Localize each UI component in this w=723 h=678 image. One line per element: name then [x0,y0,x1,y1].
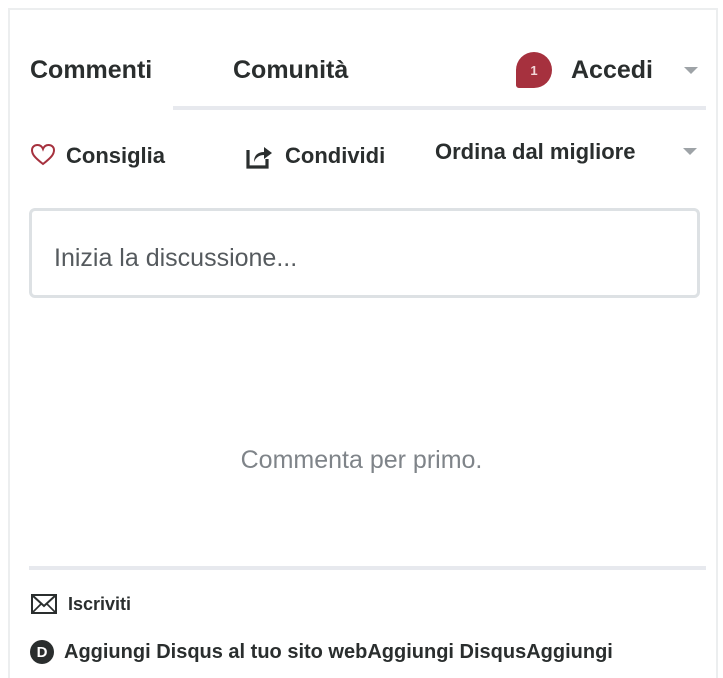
footer-divider [29,566,706,570]
share-button[interactable]: Condividi [285,143,385,169]
recommend-button[interactable]: Consiglia [66,143,165,169]
add-disqus-label[interactable]: Aggiungi Disqus al tuo sito webAggiungi … [64,641,613,664]
tab-community[interactable]: Comunità [233,56,348,85]
subscribe-label[interactable]: Iscriviti [68,594,131,615]
panel-top-border [8,8,718,10]
panel-left-border [8,8,10,678]
subscribe-link[interactable]: Iscriviti [30,593,131,615]
disqus-logo-icon: D [30,640,54,664]
envelope-icon [31,594,57,614]
notification-badge[interactable]: 1 [516,52,552,88]
sort-dropdown[interactable]: Ordina dal migliore [435,139,635,165]
tab-bar-divider [173,106,706,110]
heart-icon[interactable] [30,143,56,172]
tab-comments[interactable]: Commenti [30,56,152,85]
composer-placeholder[interactable]: Inizia la discussione... [54,244,297,273]
login-chevron-down-icon[interactable] [684,67,698,74]
comment-composer[interactable]: Inizia la discussione... [29,208,700,298]
sort-chevron-down-icon[interactable] [683,148,697,155]
add-disqus-link[interactable]: D Aggiungi Disqus al tuo sito webAggiung… [30,640,613,664]
empty-comments-message: Commenta per primo. [240,446,483,474]
panel-right-border [716,8,718,678]
login-button[interactable]: Accedi [571,56,653,85]
share-icon[interactable] [245,143,273,174]
